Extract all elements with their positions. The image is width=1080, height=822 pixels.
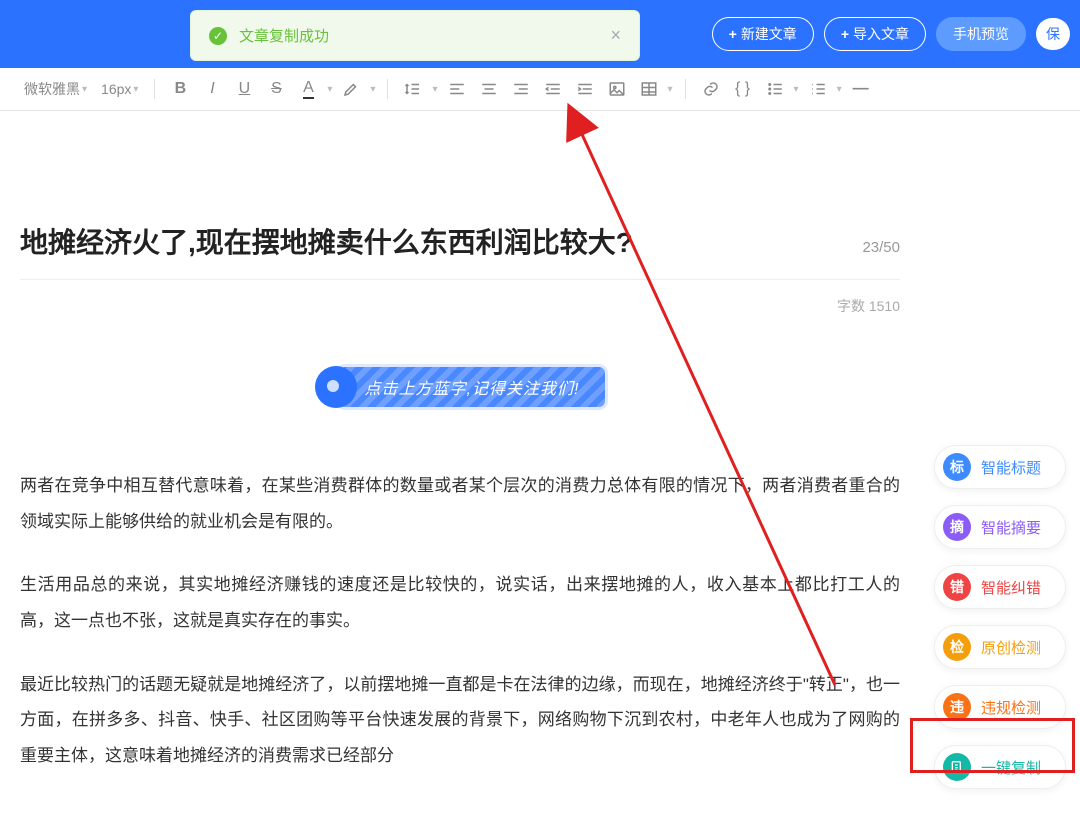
banner-text: 点击上方蓝字,记得关注我们!	[339, 367, 606, 407]
one-click-copy-button[interactable]: 一键复制	[934, 745, 1066, 789]
bold-button[interactable]: B	[167, 76, 193, 102]
badge-icon: 标	[943, 453, 971, 481]
text-color-button[interactable]: A	[295, 76, 321, 102]
save-label: 保	[1046, 24, 1060, 44]
import-article-label: 导入文章	[853, 24, 909, 44]
highlight-button[interactable]	[338, 76, 364, 102]
editor-toolbar: 微软雅黑 ▾ 16px ▾ B I U S A ▾ ▾ ▾ ▾ { } ▾ ▾ …	[0, 68, 1080, 111]
chevron-down-icon: ▾	[82, 84, 87, 95]
close-icon[interactable]: ×	[610, 25, 621, 46]
horizontal-rule-button[interactable]: —	[848, 76, 874, 102]
italic-button[interactable]: I	[199, 76, 225, 102]
underline-button[interactable]: U	[231, 76, 257, 102]
one-click-copy-label: 一键复制	[981, 757, 1041, 778]
chevron-down-icon[interactable]: ▾	[837, 84, 842, 95]
follow-banner: 点击上方蓝字,记得关注我们!	[20, 366, 900, 408]
smart-summary-button[interactable]: 摘 智能摘要	[934, 505, 1066, 549]
word-count: 字数 1510	[20, 296, 900, 316]
smart-correct-button[interactable]: 错 智能纠错	[934, 565, 1066, 609]
save-button[interactable]: 保	[1036, 18, 1070, 50]
separator	[387, 79, 388, 99]
table-button[interactable]	[636, 76, 662, 102]
new-article-button[interactable]: +新建文章	[712, 17, 814, 51]
original-check-label: 原创检测	[981, 637, 1041, 658]
separator	[685, 79, 686, 99]
font-family-select[interactable]: 微软雅黑 ▾	[20, 77, 91, 101]
chevron-down-icon[interactable]: ▾	[370, 84, 375, 95]
title-char-counter: 23/50	[862, 239, 900, 256]
paragraph[interactable]: 生活用品总的来说，其实地摊经济赚钱的速度还是比较快的，说实话，出来摆地摊的人，收…	[20, 567, 900, 638]
smart-title-label: 智能标题	[981, 457, 1041, 478]
paragraph[interactable]: 两者在竞争中相互替代意味着，在某些消费群体的数量或者某个层次的消费力总体有限的情…	[20, 468, 900, 539]
toast-message: 文章复制成功	[239, 25, 598, 46]
check-icon: ✓	[209, 27, 227, 45]
new-article-label: 新建文章	[741, 24, 797, 44]
font-size-select[interactable]: 16px ▾	[97, 79, 142, 99]
ordered-list-button[interactable]	[805, 76, 831, 102]
editor-area[interactable]: 地摊经济火了,现在摆地摊卖什么东西利润比较大? 23/50 字数 1510 点击…	[0, 111, 920, 822]
align-center-button[interactable]	[476, 76, 502, 102]
banner-dot-icon	[315, 366, 357, 408]
indent-increase-button[interactable]	[572, 76, 598, 102]
plus-icon: +	[729, 26, 737, 42]
chevron-down-icon[interactable]: ▾	[432, 84, 437, 95]
chevron-down-icon: ▾	[133, 84, 138, 95]
font-size-label: 16px	[101, 81, 131, 97]
divider	[20, 279, 900, 280]
import-article-button[interactable]: +导入文章	[824, 17, 926, 51]
original-check-button[interactable]: 检 原创检测	[934, 625, 1066, 669]
phone-preview-label: 手机预览	[953, 24, 1009, 44]
badge-icon: 违	[943, 693, 971, 721]
smart-summary-label: 智能摘要	[981, 517, 1041, 538]
chevron-down-icon[interactable]: ▾	[327, 84, 332, 95]
link-button[interactable]	[698, 76, 724, 102]
strikethrough-button[interactable]: S	[263, 76, 289, 102]
side-action-panel: 标 智能标题 摘 智能摘要 错 智能纠错 检 原创检测 违 违规检测 一键复制	[934, 445, 1066, 789]
paragraph[interactable]: 最近比较热门的话题无疑就是地摊经济了，以前摆地摊一直都是卡在法律的边缘，而现在，…	[20, 667, 900, 774]
image-button[interactable]	[604, 76, 630, 102]
article-content[interactable]: 两者在竞争中相互替代意味着，在某些消费群体的数量或者某个层次的消费力总体有限的情…	[20, 468, 900, 774]
align-left-button[interactable]	[444, 76, 470, 102]
unordered-list-button[interactable]	[762, 76, 788, 102]
badge-icon: 错	[943, 573, 971, 601]
copy-icon	[943, 753, 971, 781]
smart-correct-label: 智能纠错	[981, 577, 1041, 598]
chevron-down-icon[interactable]: ▾	[668, 84, 673, 95]
font-family-label: 微软雅黑	[24, 79, 80, 99]
plus-icon: +	[841, 26, 849, 42]
phone-preview-button[interactable]: 手机预览	[936, 17, 1026, 51]
smart-title-button[interactable]: 标 智能标题	[934, 445, 1066, 489]
violation-check-button[interactable]: 违 违规检测	[934, 685, 1066, 729]
success-toast: ✓ 文章复制成功 ×	[190, 10, 640, 61]
badge-icon: 摘	[943, 513, 971, 541]
chevron-down-icon[interactable]: ▾	[794, 84, 799, 95]
separator	[154, 79, 155, 99]
code-button[interactable]: { }	[730, 76, 756, 102]
align-right-button[interactable]	[508, 76, 534, 102]
article-title[interactable]: 地摊经济火了,现在摆地摊卖什么东西利润比较大?	[20, 221, 862, 261]
badge-icon: 检	[943, 633, 971, 661]
violation-check-label: 违规检测	[981, 697, 1041, 718]
line-height-button[interactable]	[400, 76, 426, 102]
indent-decrease-button[interactable]	[540, 76, 566, 102]
